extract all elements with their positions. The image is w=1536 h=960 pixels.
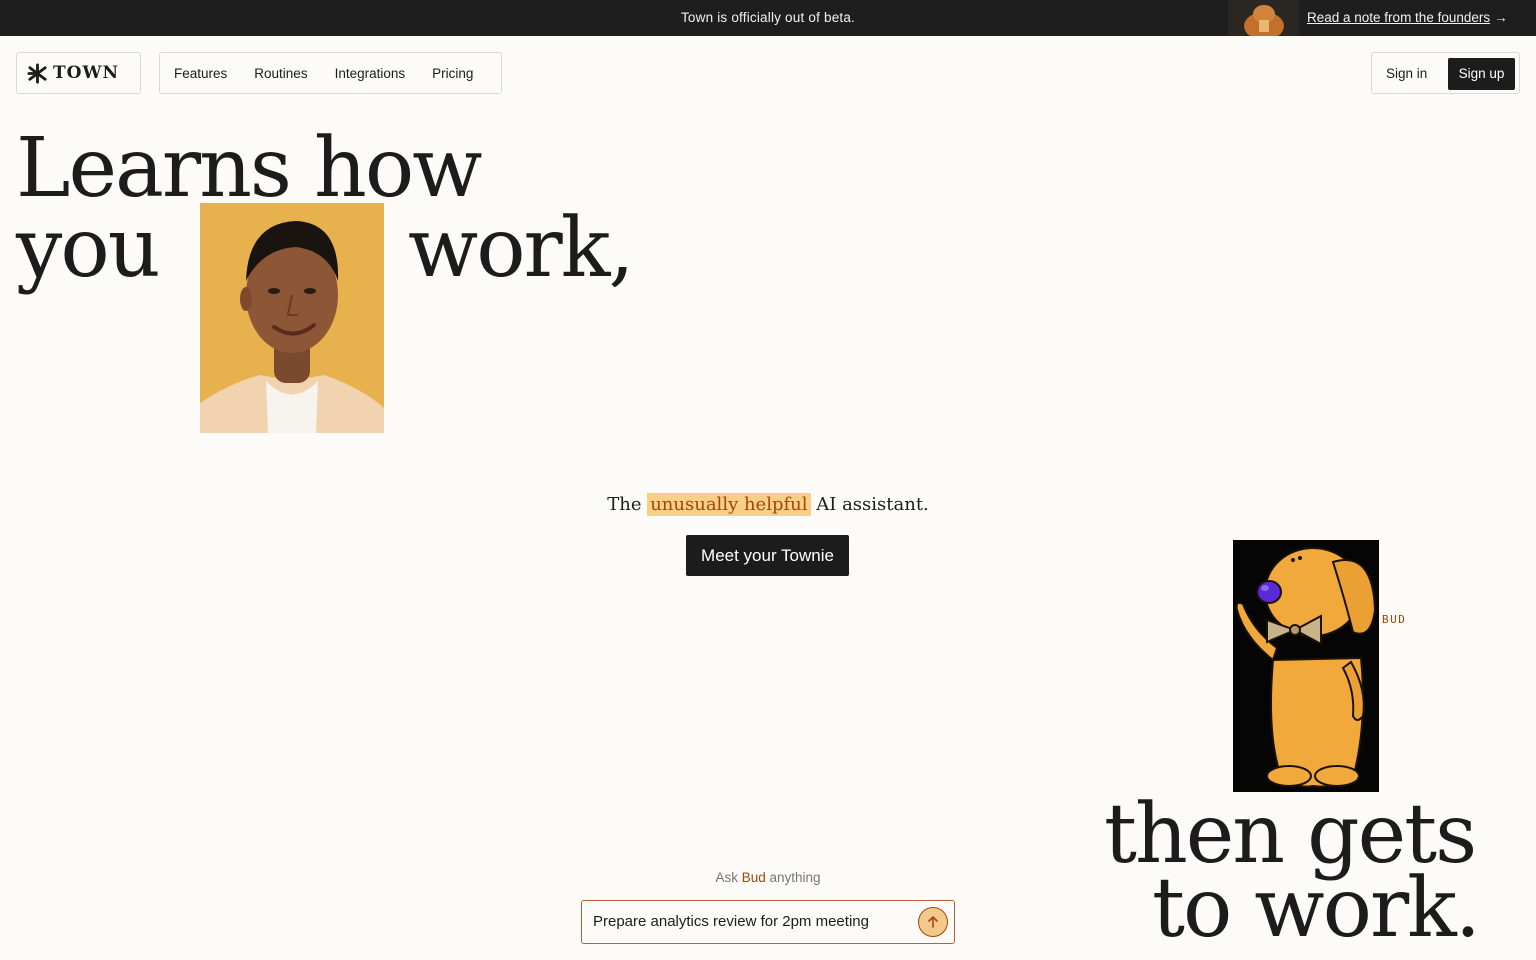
ask-input[interactable] (593, 901, 903, 942)
hero-line-1: Learns how (16, 121, 482, 216)
bud-label: BUD (1382, 613, 1407, 626)
portrait-photo (200, 203, 384, 433)
sign-in-button[interactable]: Sign in (1386, 53, 1427, 95)
hero-line-2a: you (16, 201, 161, 296)
bud-illustration (1233, 540, 1379, 792)
arrow-up-icon (928, 916, 938, 928)
nav-features[interactable]: Features (174, 66, 227, 81)
hero-line-2b: work, (408, 201, 635, 296)
asterisk-star-icon (27, 62, 47, 84)
ask-suffix: anything (769, 870, 821, 885)
founders-note-link[interactable]: Read a note from the founders → (1307, 0, 1508, 36)
send-button[interactable] (918, 907, 948, 937)
founders-thumbnail[interactable] (1228, 0, 1299, 36)
ask-bud-name: Bud (741, 870, 766, 885)
logo-home-link[interactable]: TOWN (16, 52, 141, 94)
nav-routines[interactable]: Routines (254, 66, 307, 81)
tagline-after: AI assistant. (816, 494, 929, 515)
tagline-before: The (607, 494, 642, 515)
nav-pricing[interactable]: Pricing (432, 66, 473, 81)
tagline-highlight: unusually helpful (647, 493, 811, 516)
arrow-right-icon: → (1494, 10, 1508, 25)
announcement-bar: Town is officially out of beta. Read a n… (0, 0, 1536, 36)
nav-integrations[interactable]: Integrations (335, 66, 406, 81)
ask-prefix: Ask (715, 870, 738, 885)
founders-note-label: Read a note from the founders (1307, 10, 1491, 25)
auth-group: Sign in Sign up (1371, 52, 1520, 94)
ask-label: Ask Bud anything (0, 870, 1536, 885)
main-nav: Features Routines Integrations Pricing (159, 52, 502, 94)
ask-box (581, 900, 955, 944)
sign-up-button[interactable]: Sign up (1448, 58, 1515, 90)
meet-your-townie-button[interactable]: Meet your Townie (686, 535, 849, 576)
tagline: The unusually helpful AI assistant. (0, 493, 1536, 516)
brand-name: TOWN (53, 63, 120, 83)
announcement-text: Town is officially out of beta. (680, 10, 856, 25)
